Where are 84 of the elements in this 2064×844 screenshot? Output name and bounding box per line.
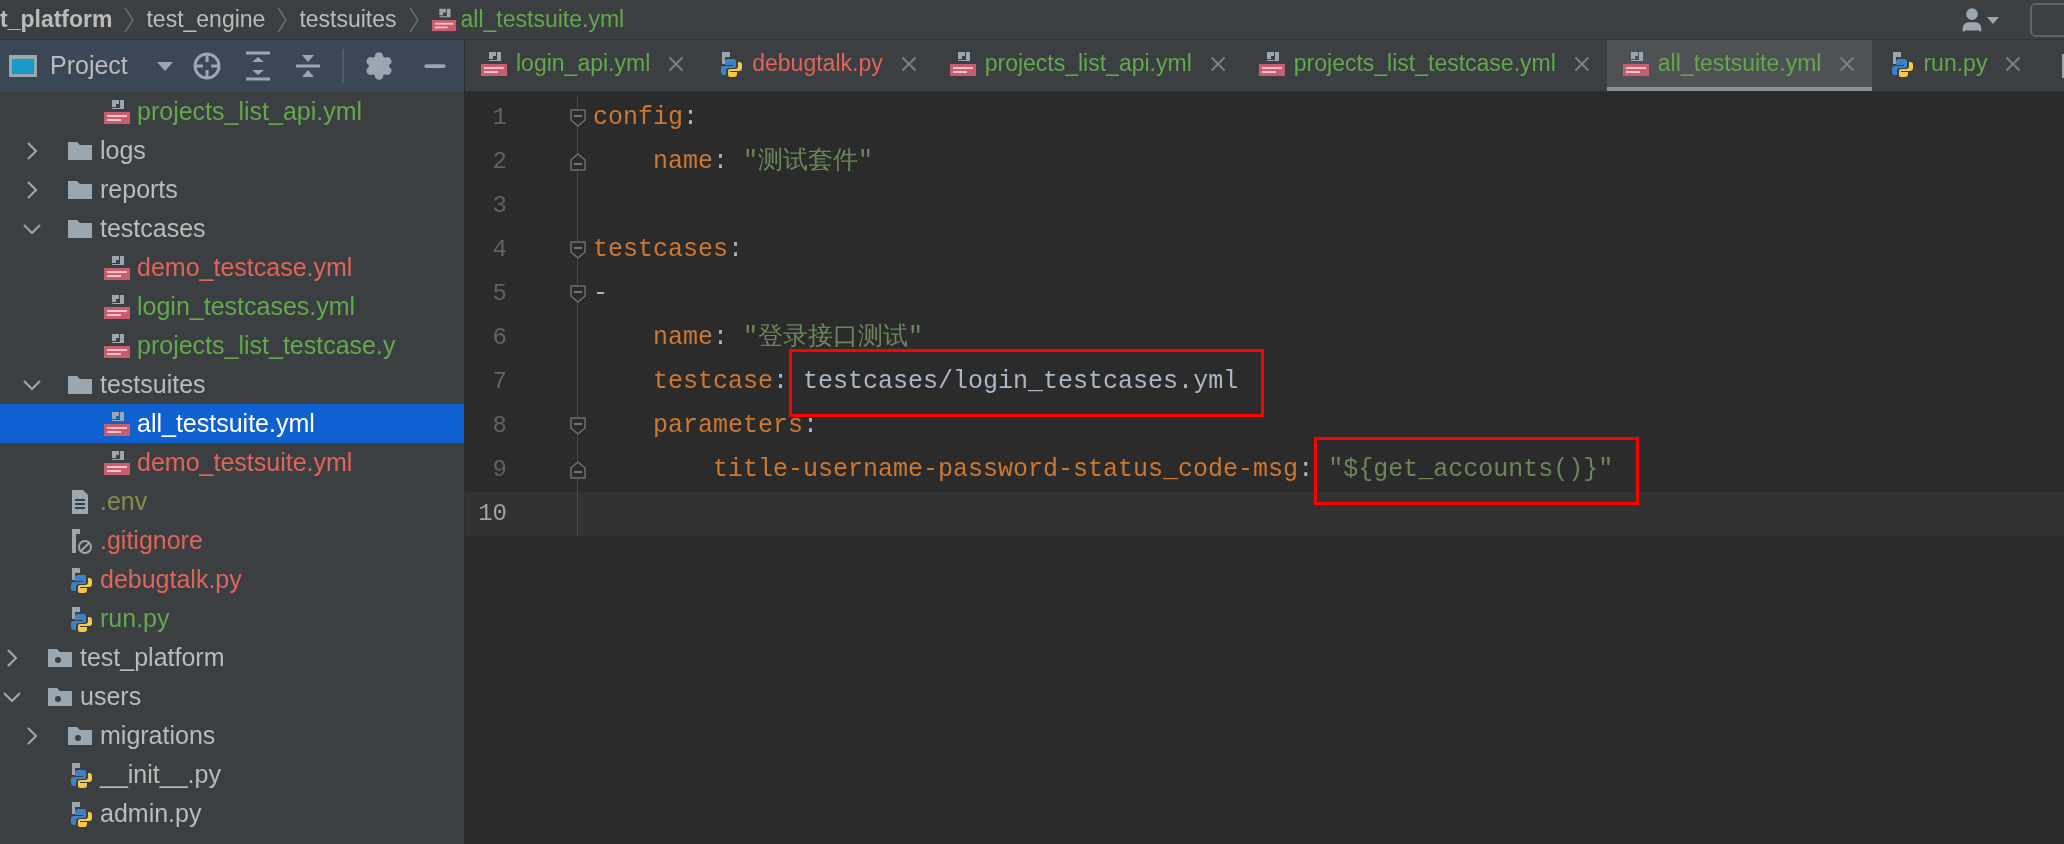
file-name: reports [100,173,178,205]
code-token: : [713,146,730,179]
line-number: 7 [491,367,507,397]
tree-item[interactable]: testsuites [0,365,464,404]
line-number: 6 [491,323,507,353]
tree-item[interactable]: logs [0,131,464,170]
file-name: testcases [100,212,206,244]
line-number: 1 [491,103,507,133]
tree-item[interactable]: .gitignore [0,521,464,560]
code-token: "登录接口测试" [743,322,924,355]
tab-label: projects_list_testcase.yml [1293,49,1556,79]
breadcrumb-item[interactable]: t_platform [0,2,113,37]
file-name: projects_list_testcase.y [137,329,396,361]
tree-item[interactable]: __init__.py [0,755,464,794]
tree-item[interactable]: testcases [0,209,464,248]
tab-label: projects_list_api.yml [984,49,1192,79]
file-name: all_testsuite.yml [137,407,315,439]
tree-item[interactable]: demo_testcase.yml [0,248,464,287]
code-token: config [593,102,683,135]
file-name: migrations [100,719,216,751]
tree-item[interactable]: .env [0,482,464,521]
file-name: testsuites [100,368,206,400]
file-name: debugtalk.py [100,563,242,595]
editor-tab[interactable]: projects_list_api.yml [933,40,1243,91]
line-number: 5 [491,279,507,309]
code-token: : [803,410,819,443]
code-token: - [593,278,608,311]
code-token: title-username-password-status_code-msg [713,454,1299,487]
editor-tab[interactable]: projects_list_testcase.yml [1242,40,1607,91]
tree-item[interactable]: run.py [0,599,464,638]
tree-item[interactable]: users [0,677,464,716]
tab-label: login_api.yml [516,49,651,79]
file-name: .gitignore [100,524,203,556]
code-token: : [773,366,790,399]
code-token: testcase [653,366,774,399]
tree-item[interactable]: login_testcases.yml [0,287,464,326]
breadcrumb-item[interactable]: all_testsuite.yml [460,2,625,37]
file-name: __init__.py [100,758,221,790]
code-token: : [1298,454,1315,487]
code-token: "测试套件" [743,146,874,179]
file-name: users [80,680,142,712]
file-name: projects_list_api.yml [137,95,363,127]
tree-item[interactable]: reports [0,170,464,209]
file-name: .env [100,485,148,517]
tree-item[interactable]: all_testsuite.yml [0,404,464,443]
code-token: "${get_accounts()}" [1328,451,1614,489]
tree-item[interactable]: projects_list_api.yml [0,92,464,131]
code-token: testcases/login_testcases.yml [803,363,1239,401]
code-token: name [653,146,714,179]
panel-title[interactable]: Project [50,47,128,85]
line-number: 3 [491,191,507,221]
tab-label: debugtalk.py [752,49,883,79]
line-number: 9 [491,455,507,485]
editor-tab[interactable]: run.py [1872,40,2039,91]
file-name: run.py [100,602,170,634]
line-number: 2 [491,147,507,177]
tab-label: run.py [1923,49,1988,79]
file-name: test_platform [80,641,225,673]
tree-item[interactable]: admin.py [0,794,464,833]
code-token: : [683,102,699,135]
tree-item[interactable]: debugtalk.py [0,560,464,599]
editor-tab[interactable]: login_api.yml [465,40,702,91]
tab-label: all_testsuite.yml [1657,49,1822,79]
file-name: demo_testcase.yml [137,251,353,283]
editor-tab[interactable]: debugtalk.py [701,40,934,91]
file-name: admin.py [100,797,202,829]
code-token: name [653,322,714,355]
tree-item[interactable]: migrations [0,716,464,755]
tree-item[interactable]: projects_list_testcase.y [0,326,464,365]
file-name: demo_testsuite.yml [137,446,353,478]
code-token: testcases [593,234,729,267]
code-token: : [713,322,730,355]
line-number: 8 [491,411,507,441]
code-token: parameters [653,410,804,443]
tree-item[interactable]: test_platform [0,638,464,677]
line-number: 10 [477,499,507,529]
tree-item[interactable]: demo_testsuite.yml [0,443,464,482]
breadcrumb-item[interactable]: testsuites [299,2,397,37]
file-name: logs [100,134,146,166]
breadcrumb-item[interactable]: test_engine [146,2,266,37]
file-name: login_testcases.yml [137,290,356,322]
line-number: 4 [491,235,507,265]
editor-tab[interactable]: all_testsuite.yml [1606,40,1873,91]
code-token: : [728,234,744,267]
